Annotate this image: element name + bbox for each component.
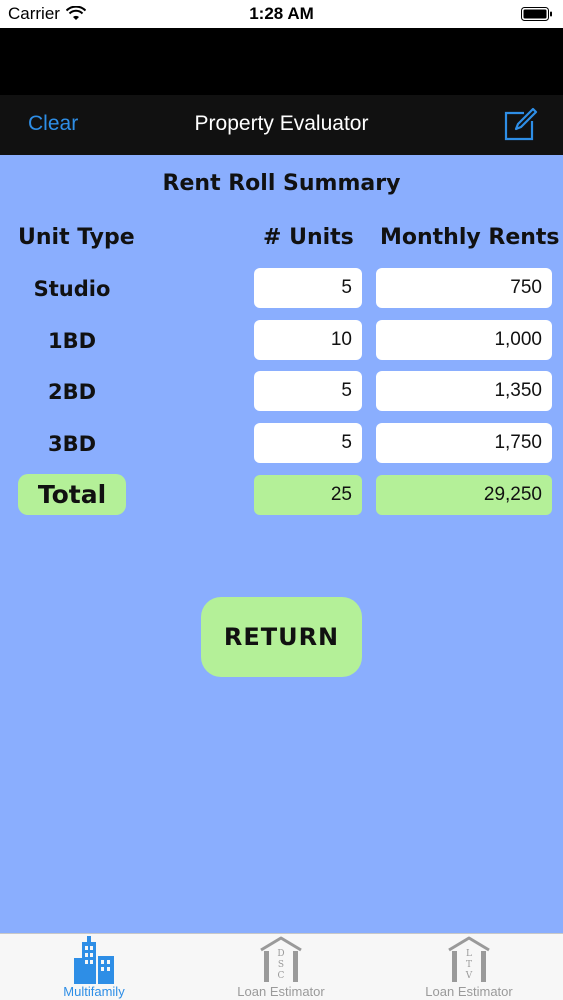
row-label-1bd: 1BD <box>47 329 97 353</box>
units-field-2bd[interactable]: 5 <box>254 371 362 411</box>
column-header-units: # Units <box>263 225 354 250</box>
tab-bar: Multifamily D S C Loan Estimator L T V L… <box>0 933 563 1000</box>
column-header-monthly-rents: Monthly Rents <box>380 225 560 250</box>
ltv-letter-v: V <box>465 971 473 981</box>
buildings-icon <box>74 936 114 984</box>
battery-icon <box>521 7 552 21</box>
total-units-value: 25 <box>254 475 362 515</box>
column-header-unit-type: Unit Type <box>18 225 135 250</box>
tab-label-multifamily: Multifamily <box>63 984 125 999</box>
ltv-letter-l: L <box>466 949 472 959</box>
return-button[interactable]: RETURN <box>201 597 362 677</box>
ltv-house-icon: L T V <box>448 936 490 982</box>
tab-label-loan-estimator-ltv: Loan Estimator <box>425 984 513 999</box>
status-bar: Carrier 1:28 AM <box>0 0 563 28</box>
row-label-2bd: 2BD <box>47 380 97 404</box>
dsc-letter-s: S <box>278 960 284 970</box>
units-field-studio[interactable]: 5 <box>254 268 362 308</box>
compose-icon[interactable] <box>502 107 538 143</box>
tab-loan-estimator-dsc[interactable]: D S C Loan Estimator <box>211 934 351 1000</box>
rents-field-studio[interactable]: 750 <box>376 268 552 308</box>
rents-field-3bd[interactable]: 1,750 <box>376 423 552 463</box>
top-band <box>0 28 563 95</box>
row-label-studio: Studio <box>33 277 111 301</box>
navigation-bar: Clear Property Evaluator <box>0 95 563 155</box>
status-time: 1:28 AM <box>249 4 314 23</box>
dsc-letter-d: D <box>277 949 284 959</box>
rents-field-2bd[interactable]: 1,350 <box>376 371 552 411</box>
total-label: Total <box>18 474 126 515</box>
units-field-3bd[interactable]: 5 <box>254 423 362 463</box>
row-label-3bd: 3BD <box>47 432 97 456</box>
units-field-1bd[interactable]: 10 <box>254 320 362 360</box>
tab-multifamily[interactable]: Multifamily <box>24 934 164 1000</box>
rents-field-1bd[interactable]: 1,000 <box>376 320 552 360</box>
tab-loan-estimator-ltv[interactable]: L T V Loan Estimator <box>399 934 539 1000</box>
nav-title: Property Evaluator <box>194 112 369 135</box>
section-title: Rent Roll Summary <box>162 171 401 196</box>
clear-button[interactable]: Clear <box>28 112 78 136</box>
total-rents-value: 29,250 <box>376 475 552 515</box>
dsc-house-icon: D S C <box>260 936 302 982</box>
tab-label-loan-estimator-dsc: Loan Estimator <box>237 984 325 999</box>
ltv-letter-t: T <box>466 960 472 970</box>
dsc-letter-c: C <box>278 971 285 981</box>
